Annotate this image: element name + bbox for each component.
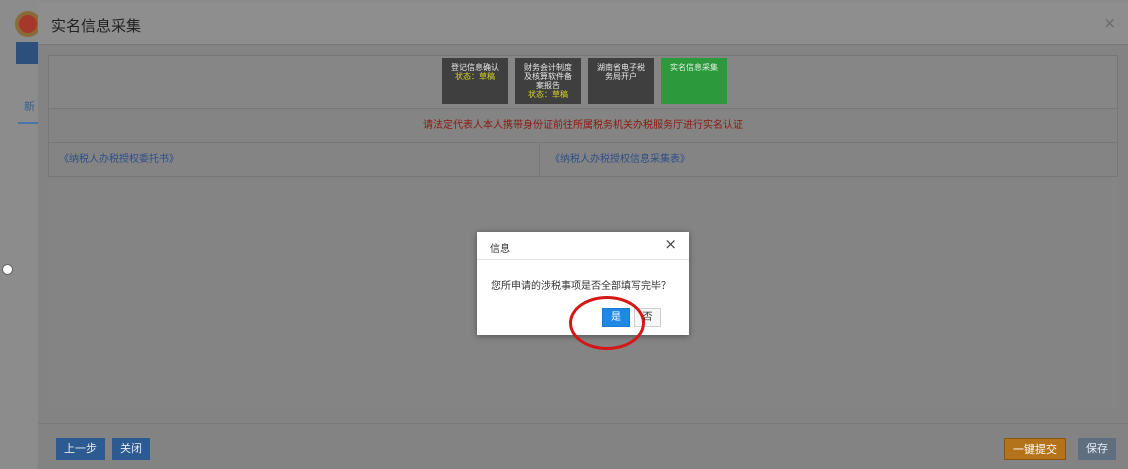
background-sidebar xyxy=(0,0,40,469)
step-label: 湖南省电子税 xyxy=(597,63,645,72)
step-status: 状态：草稿 xyxy=(528,90,568,99)
step-e-tax-account[interactable]: 湖南省电子税 务局开户 xyxy=(588,58,654,104)
steps-row: 登记信息确认 状态：草稿 财务会计制度 及核算软件备 案报告 状态：草稿 湖南省… xyxy=(48,55,1118,109)
modal-header: 实名信息采集 × xyxy=(38,3,1128,45)
modal-close-icon[interactable]: × xyxy=(1103,14,1116,32)
save-button[interactable]: 保存 xyxy=(1078,438,1116,460)
authorization-letter-link[interactable]: 《纳税人办税授权委托书》 xyxy=(49,143,539,176)
authorization-info-form-link[interactable]: 《纳税人办税授权信息采集表》 xyxy=(540,143,1118,176)
notice-text: 请法定代表人本人携带身份证前往所属税务机关办税服务厅进行实名认证 xyxy=(423,120,743,131)
submit-all-button[interactable]: 一键提交 xyxy=(1004,438,1066,460)
step-label: 案报告 xyxy=(536,81,560,90)
links-row: 《纳税人办税授权委托书》 《纳税人办税授权信息采集表》 xyxy=(48,143,1118,177)
dialog-close-icon[interactable]: × xyxy=(664,237,677,252)
step-real-name-collection[interactable]: 实名信息采集 xyxy=(661,58,727,104)
prev-step-button[interactable]: 上一步 xyxy=(56,438,105,460)
modal-title: 实名信息采集 xyxy=(51,17,142,35)
background-tab: 新 xyxy=(24,100,35,112)
confirm-dialog: 信息 × 您所申请的涉税事项是否全部填写完毕？ 是 否 xyxy=(477,232,689,335)
confirm-no-button[interactable]: 否 xyxy=(634,308,661,327)
step-label: 登记信息确认 xyxy=(451,63,499,72)
step-label: 实名信息采集 xyxy=(670,63,718,72)
step-accounting-report[interactable]: 财务会计制度 及核算软件备 案报告 状态：草稿 xyxy=(515,58,581,104)
confirm-yes-button[interactable]: 是 xyxy=(602,308,630,327)
step-status: 状态：草稿 xyxy=(455,72,495,81)
dialog-message: 您所申请的涉税事项是否全部填写完毕？ xyxy=(491,281,671,292)
dialog-title: 信息 xyxy=(490,244,510,255)
step-label: 务局开户 xyxy=(605,72,637,81)
modal-footer: 上一步 关闭 一键提交 保存 xyxy=(38,423,1128,469)
notice-row: 请法定代表人本人携带身份证前往所属税务机关办税服务厅进行实名认证 xyxy=(48,109,1118,143)
step-label: 及核算软件备 xyxy=(524,72,572,81)
step-registration-confirm[interactable]: 登记信息确认 状态：草稿 xyxy=(442,58,508,104)
background-tab-underline xyxy=(18,122,38,124)
background-slider-handle xyxy=(2,264,13,275)
step-label: 财务会计制度 xyxy=(524,63,572,72)
close-button[interactable]: 关闭 xyxy=(112,438,150,460)
dialog-header: 信息 × xyxy=(477,232,689,260)
